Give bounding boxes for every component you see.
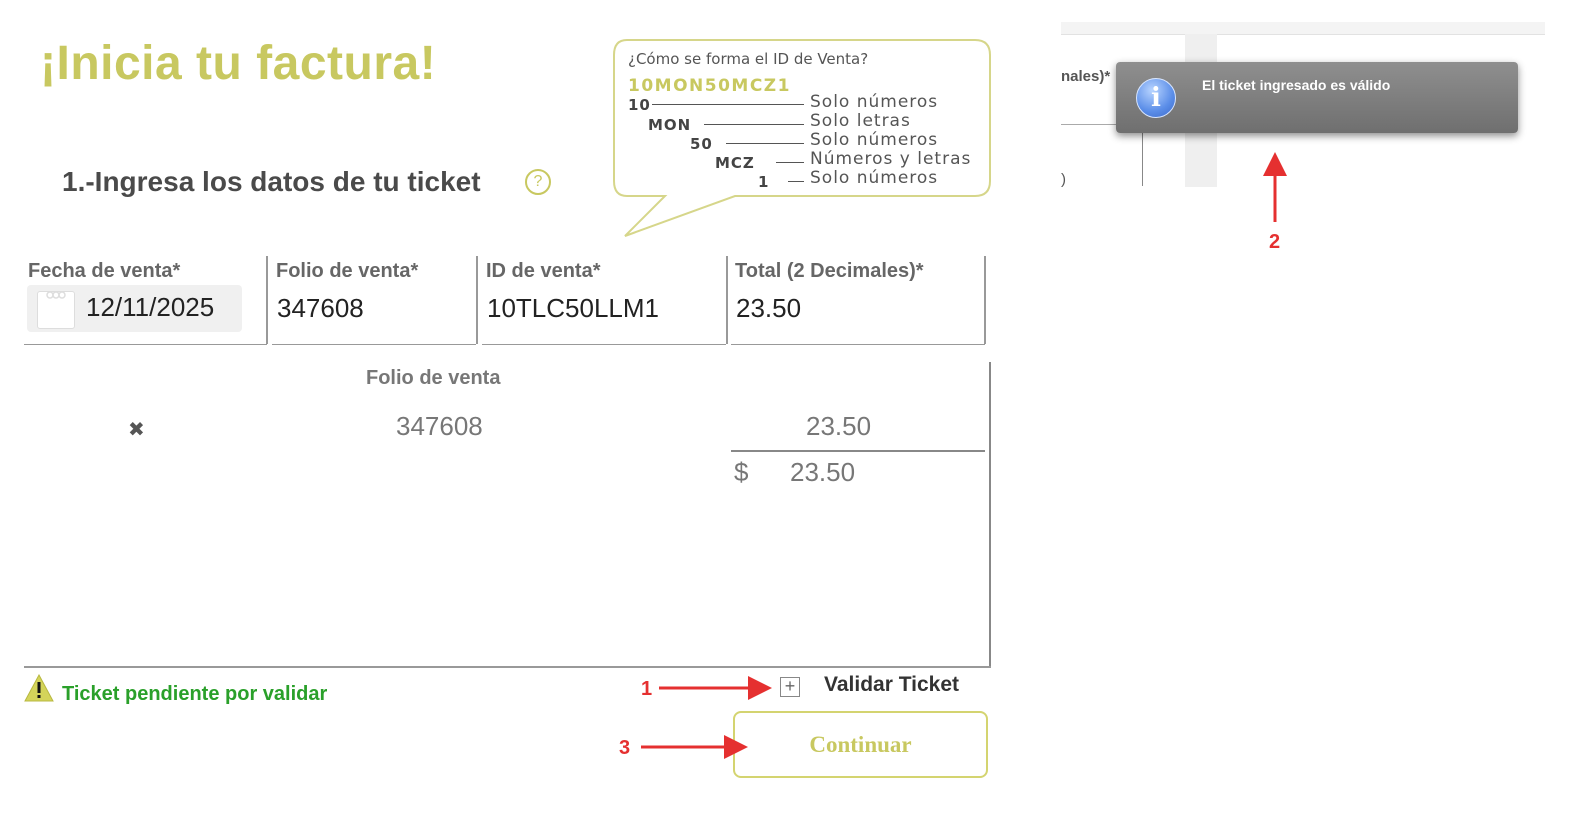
- annotation-2: 2: [1269, 231, 1281, 253]
- right-panel-divider: [1061, 34, 1545, 35]
- annotation-3: 3: [619, 737, 631, 759]
- right-panel-partial-label: nales)*: [1061, 68, 1111, 85]
- annotation-1: 1: [641, 678, 653, 700]
- right-panel-top-bar: [1061, 22, 1545, 34]
- toast-message: El ticket ingresado es válido: [1202, 77, 1391, 93]
- right-panel-line: [1061, 124, 1117, 125]
- right-panel-partial-paren: ): [1061, 171, 1066, 188]
- info-icon: i: [1136, 78, 1176, 118]
- toast-notification[interactable]: i El ticket ingresado es válido: [1116, 62, 1518, 133]
- right-panel-vline: [1142, 128, 1143, 186]
